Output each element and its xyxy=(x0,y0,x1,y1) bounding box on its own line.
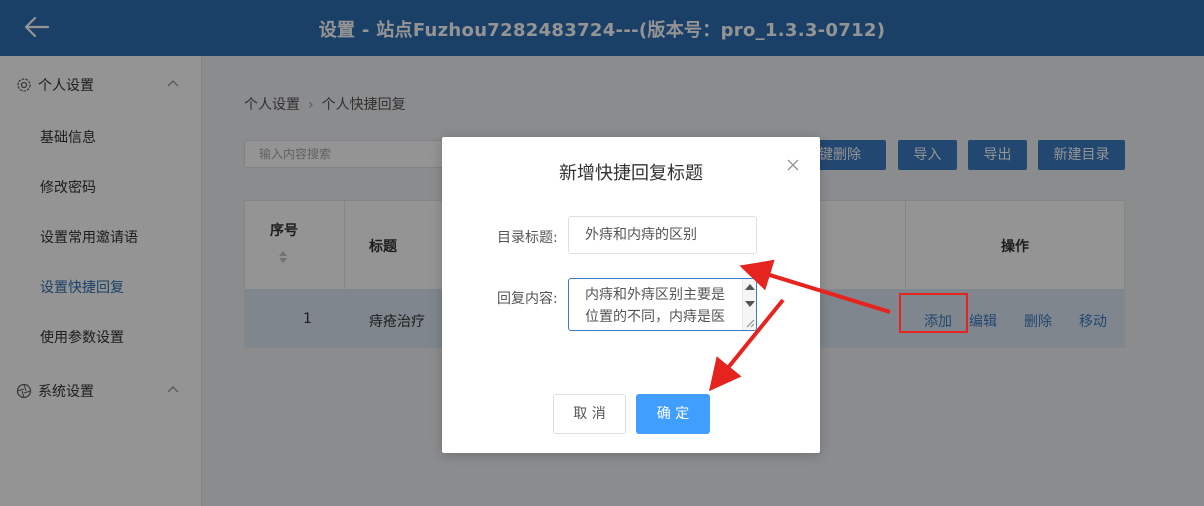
highlight-box xyxy=(899,293,968,333)
reply-content-label: 回复内容: xyxy=(497,291,558,307)
reply-content-textarea[interactable]: 内痔和外痔区别主要是位置的不同，内痔是医学上齿线以上的 xyxy=(568,278,757,331)
reply-content-text: 内痔和外痔区别主要是位置的不同，内痔是医学上齿线以上的 xyxy=(585,287,725,325)
scroll-up-icon[interactable] xyxy=(745,284,755,290)
confirm-button[interactable]: 确 定 xyxy=(636,394,710,434)
textarea-scrollbar[interactable] xyxy=(742,279,756,330)
add-quick-reply-dialog: 新增快捷回复标题 目录标题: 外痔和内痔的区别 回复内容: 内痔和外痔区别主要是… xyxy=(442,137,820,453)
resize-handle-icon[interactable] xyxy=(745,318,755,328)
directory-title-input[interactable]: 外痔和内痔的区别 xyxy=(568,216,757,254)
close-icon[interactable] xyxy=(786,158,800,172)
scroll-down-icon[interactable] xyxy=(745,301,755,307)
dialog-title: 新增快捷回复标题 xyxy=(559,163,703,184)
directory-title-label: 目录标题: xyxy=(497,230,558,246)
cancel-button[interactable]: 取 消 xyxy=(553,394,626,434)
